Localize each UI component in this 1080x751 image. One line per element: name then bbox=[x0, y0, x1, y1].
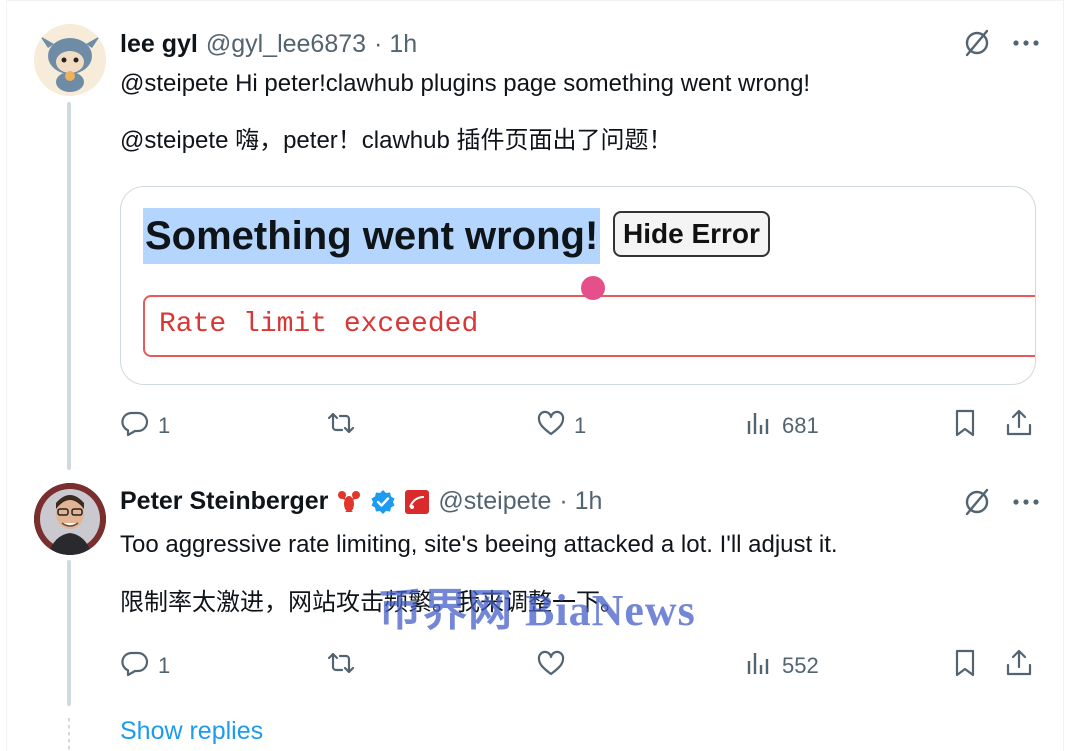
tweet-time[interactable]: · 1h bbox=[559, 487, 602, 516]
author-handle[interactable]: @gyl_lee6873 bbox=[206, 30, 366, 59]
thread-dots-line bbox=[68, 718, 70, 750]
tweet-text-chinese: @steipete 嗨，peter！clawhub 插件页面出了问题！ bbox=[120, 127, 673, 154]
bookmark-button[interactable] bbox=[950, 408, 980, 444]
author-name[interactable]: Peter Steinberger bbox=[120, 487, 328, 516]
like-button[interactable] bbox=[536, 648, 574, 684]
verified-badge-icon[interactable] bbox=[370, 489, 396, 515]
tweet-text-english: @steipete Hi peter!clawhub plugins page … bbox=[120, 70, 811, 97]
like-count: 1 bbox=[574, 413, 587, 438]
like-icon bbox=[536, 408, 566, 444]
avatar[interactable] bbox=[34, 24, 106, 96]
views-count: 681 bbox=[782, 413, 819, 438]
cursor-dot bbox=[581, 276, 605, 300]
more-icon[interactable] bbox=[1012, 487, 1040, 522]
more-icon[interactable] bbox=[1012, 28, 1040, 63]
tweet-top-actions bbox=[962, 28, 1040, 63]
views-button[interactable]: 552 bbox=[744, 648, 819, 684]
grok-icon[interactable] bbox=[962, 28, 992, 63]
share-icon bbox=[1004, 408, 1034, 444]
bookmark-icon bbox=[950, 408, 980, 444]
share-button[interactable] bbox=[1004, 648, 1034, 684]
repost-button[interactable] bbox=[326, 408, 364, 444]
share-button[interactable] bbox=[1004, 408, 1034, 444]
watermark: 币界网 BiaNews bbox=[378, 586, 696, 635]
tweet-media-card[interactable]: Something went wrong! Hide Error Rate li… bbox=[120, 186, 1036, 385]
reply-count: 1 bbox=[158, 413, 171, 438]
repost-icon bbox=[326, 648, 356, 684]
repost-button[interactable] bbox=[326, 648, 364, 684]
show-replies-link[interactable]: Show replies bbox=[120, 717, 263, 746]
bookmark-button[interactable] bbox=[950, 648, 980, 684]
views-icon bbox=[744, 648, 774, 684]
tweet-text-english: Too aggressive rate limiting, site's bee… bbox=[120, 531, 838, 558]
reply-count: 1 bbox=[158, 653, 171, 678]
share-icon bbox=[1004, 648, 1034, 684]
thread-connector-line bbox=[67, 560, 71, 706]
views-count: 552 bbox=[782, 653, 819, 678]
error-message-box: Rate limit exceeded bbox=[143, 295, 1035, 357]
thread-connector-line bbox=[67, 102, 71, 470]
reply-button[interactable]: 1 bbox=[120, 408, 170, 444]
like-icon bbox=[536, 648, 566, 684]
tweet-time[interactable]: · 1h bbox=[374, 30, 417, 59]
reply-icon bbox=[120, 408, 150, 444]
reply-icon bbox=[120, 648, 150, 684]
views-button[interactable]: 681 bbox=[744, 408, 819, 444]
affiliate-badge-icon[interactable] bbox=[404, 489, 430, 515]
repost-icon bbox=[326, 408, 356, 444]
tweet-top-actions bbox=[962, 487, 1040, 522]
error-heading: Something went wrong! bbox=[143, 208, 601, 264]
author-handle[interactable]: @steipete bbox=[438, 487, 551, 516]
tweet-actions: 1 1 681 bbox=[120, 408, 1040, 444]
lobster-emoji-icon bbox=[336, 489, 362, 515]
reply-button[interactable]: 1 bbox=[120, 648, 170, 684]
grok-icon[interactable] bbox=[962, 487, 992, 522]
author-name[interactable]: lee gyl bbox=[120, 30, 198, 59]
hide-error-button: Hide Error bbox=[613, 211, 770, 257]
error-message: Rate limit exceeded bbox=[159, 309, 479, 340]
tweet-header: lee gyl @gyl_lee6873 · 1h bbox=[120, 30, 417, 59]
avatar[interactable] bbox=[34, 483, 106, 555]
tweet-header: Peter Steinberger @steipete · 1h bbox=[120, 487, 602, 516]
like-button[interactable]: 1 bbox=[536, 408, 586, 444]
bookmark-icon bbox=[950, 648, 980, 684]
tweet-actions: 1 552 bbox=[120, 648, 1040, 684]
views-icon bbox=[744, 408, 774, 444]
